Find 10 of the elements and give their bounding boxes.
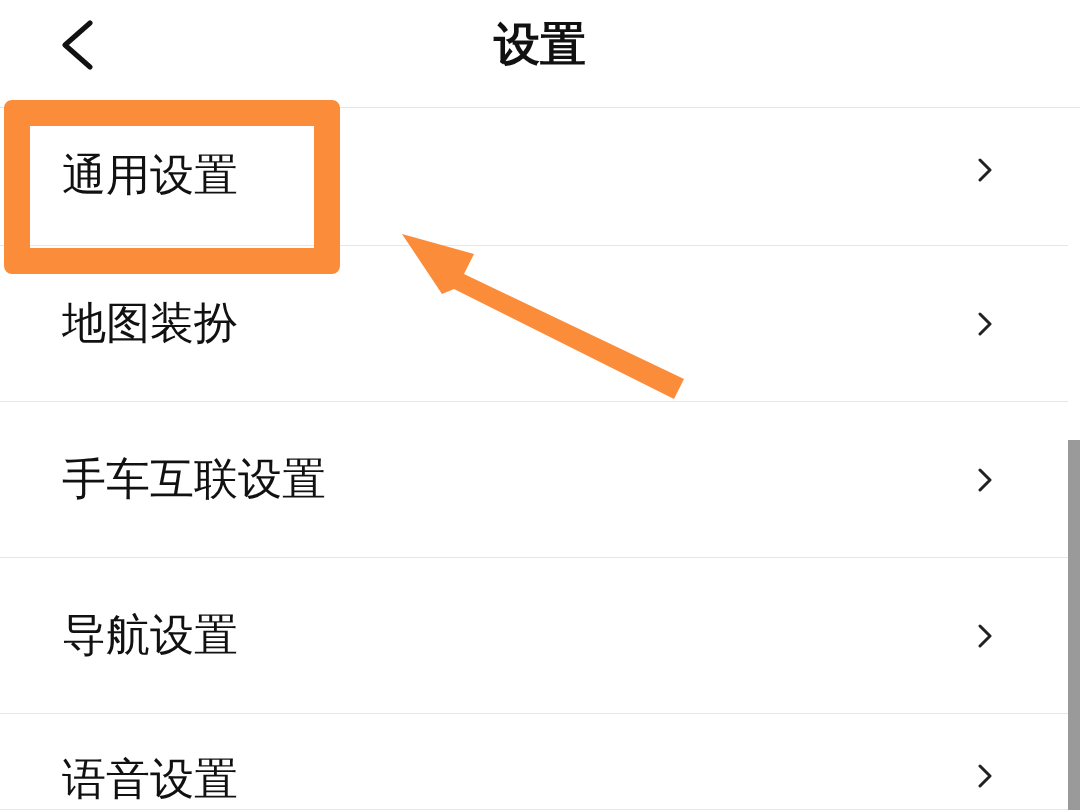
chevron-icon bbox=[978, 623, 992, 648]
back-icon[interactable] bbox=[60, 20, 94, 70]
settings-item[interactable]: 语音设置 bbox=[0, 714, 1068, 810]
page-title: 设置 bbox=[494, 15, 586, 73]
settings-item[interactable]: 手车互联设置 bbox=[0, 402, 1068, 558]
chevron-icon bbox=[978, 764, 992, 788]
scrollbar[interactable] bbox=[1068, 440, 1080, 810]
chevron-icon bbox=[978, 311, 992, 336]
chevron-icon bbox=[978, 467, 992, 492]
chevron-icon bbox=[978, 158, 992, 182]
